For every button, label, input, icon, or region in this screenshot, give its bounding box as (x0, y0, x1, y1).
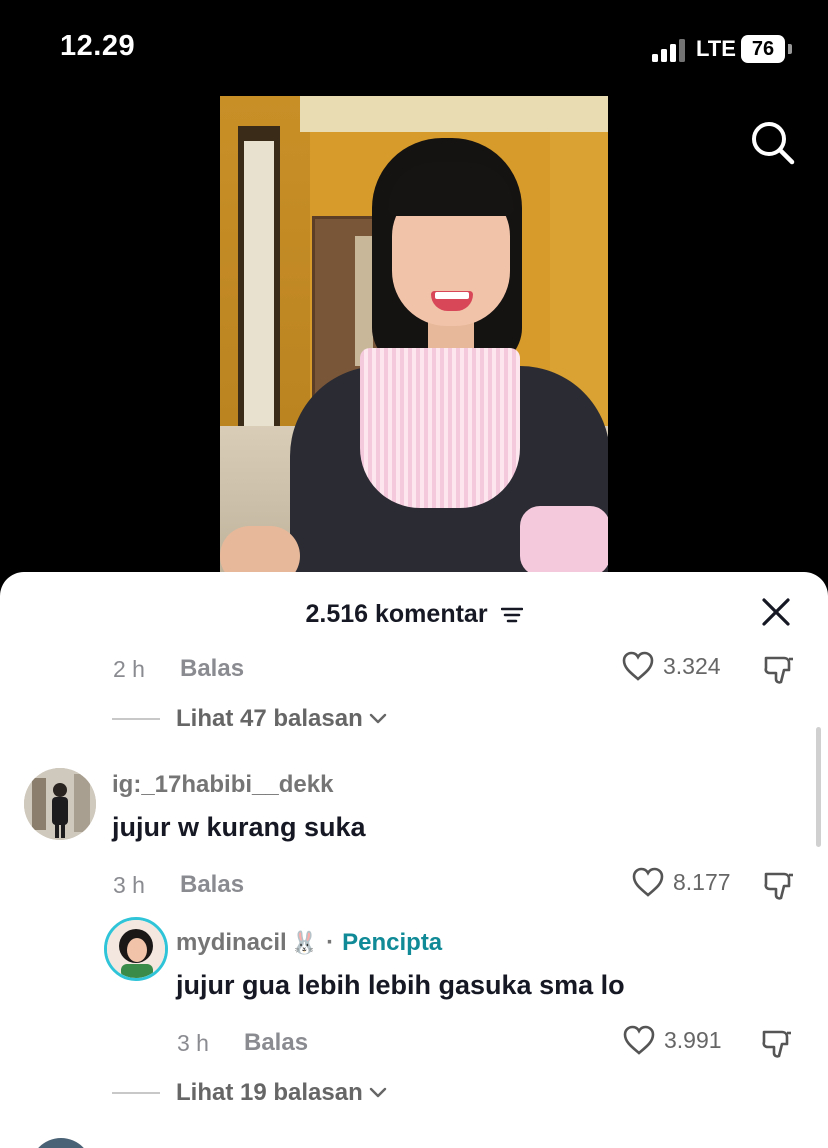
rabbit-emoji-icon: 🐰 (290, 930, 319, 955)
creator-username[interactable]: mydinacil (176, 929, 287, 957)
battery-tip (788, 44, 792, 54)
close-icon (762, 598, 790, 626)
divider-line (112, 718, 160, 720)
comments-header[interactable]: 2.516 komentar (0, 600, 828, 629)
like-count: 8.177 (673, 868, 731, 895)
like-button[interactable]: 3.991 (622, 1024, 722, 1056)
signal-icon (652, 38, 688, 62)
dislike-button[interactable] (762, 652, 796, 686)
separator-dot: · (326, 929, 335, 956)
reply-text: jujur gua lebih lebih gasuka sma lo (176, 970, 625, 1000)
view-replies-label: Lihat 47 balasan (176, 705, 363, 732)
avatar[interactable] (30, 1138, 92, 1148)
reply-button[interactable]: Balas (180, 655, 244, 683)
like-button[interactable]: 3.324 (621, 650, 721, 682)
like-count: 3.324 (663, 652, 721, 679)
creator-username-row: mydinacil 🐰 · Pencipta (176, 929, 442, 957)
scrollbar[interactable] (816, 727, 821, 847)
search-icon (752, 122, 795, 165)
like-button[interactable]: 8.177 (631, 866, 731, 898)
avatar-image (107, 920, 165, 978)
creator-badge: Pencipta (342, 929, 443, 956)
dislike-button[interactable] (760, 1026, 794, 1060)
search-button[interactable] (748, 118, 798, 168)
chevron-down-icon (369, 1087, 386, 1098)
comments-sheet: 2.516 komentar 2 h Balas 3.324 Lihat 47 … (0, 572, 828, 1148)
status-bar: 12.29 LTE 76 (0, 0, 828, 96)
heart-icon (632, 867, 664, 897)
network-type: LTE (696, 36, 736, 61)
thumbs-down-icon (764, 872, 793, 900)
view-replies-label: Lihat 19 balasan (176, 1079, 363, 1106)
status-time: 12.29 (60, 30, 136, 62)
reply-button[interactable]: Balas (180, 871, 244, 899)
comment-text: jujur w kurang suka (112, 812, 366, 842)
reply-button[interactable]: Balas (244, 1029, 308, 1057)
heart-icon (622, 651, 654, 681)
dislike-button[interactable] (762, 868, 796, 902)
like-count: 3.991 (664, 1026, 722, 1053)
divider-line (112, 1092, 160, 1094)
battery-icon: 76 (741, 35, 785, 63)
avatar-image (24, 768, 96, 840)
comment-time: 3 h (113, 872, 145, 898)
thumbs-down-icon (762, 1030, 791, 1058)
close-button[interactable] (760, 596, 792, 628)
sort-icon[interactable] (500, 606, 523, 624)
thumbs-down-icon (764, 656, 793, 684)
reply-time: 3 h (177, 1030, 209, 1056)
creator-avatar[interactable] (104, 917, 168, 981)
chevron-down-icon (369, 713, 386, 724)
comments-count: 2.516 komentar (305, 600, 488, 628)
comment-username[interactable]: ig:_17habibi__dekk (112, 771, 333, 799)
comment-time: 2 h (113, 656, 145, 682)
video-player[interactable] (220, 96, 608, 576)
avatar[interactable] (24, 768, 96, 840)
view-replies-button[interactable]: Lihat 47 balasan (112, 705, 387, 733)
heart-icon (623, 1025, 655, 1055)
view-replies-button[interactable]: Lihat 19 balasan (112, 1079, 387, 1107)
